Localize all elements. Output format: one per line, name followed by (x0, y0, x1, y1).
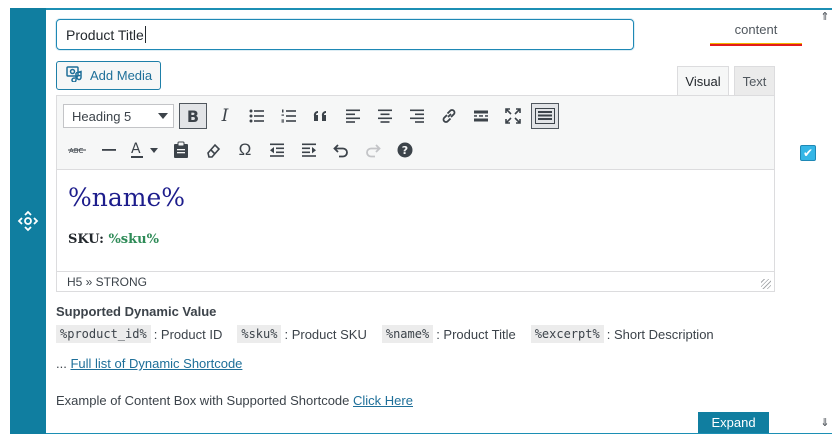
full-list-line: ... Full list of Dynamic Shortcode (56, 356, 242, 371)
sku-value: %sku% (108, 232, 159, 247)
text-color-button[interactable]: A (127, 137, 163, 163)
content-tag-underline (710, 43, 802, 46)
link-icon (442, 109, 456, 123)
indent-icon (302, 143, 316, 157)
numbered-list-button[interactable] (275, 103, 303, 129)
click-here-link[interactable]: Click Here (353, 393, 413, 408)
full-list-link[interactable]: Full list of Dynamic Shortcode (70, 356, 242, 371)
align-right-icon (410, 109, 424, 123)
tab-visual[interactable]: Visual (677, 66, 729, 95)
outdent-icon (270, 143, 284, 157)
sku-label: SKU: (68, 232, 104, 247)
dynamic-desc: : Product Title (436, 326, 516, 342)
dynamic-desc: : Product ID (153, 326, 223, 342)
clear-formatting-button[interactable] (199, 137, 227, 163)
svg-text:?: ? (402, 144, 408, 157)
help-button[interactable]: ? (391, 137, 419, 163)
enable-checkbox[interactable]: ✔ (800, 145, 816, 161)
move-icon[interactable] (17, 210, 39, 232)
dynamic-code: %sku% (237, 325, 282, 343)
text-color-icon: A (131, 141, 158, 158)
bulleted-list-icon (249, 109, 264, 123)
align-left-button[interactable] (339, 103, 367, 129)
dynamic-code: %excerpt% (530, 325, 604, 343)
toolbar-row-2: ABC A Ω ? (63, 136, 423, 164)
toolbar-row-1: Heading 5 B I (63, 102, 563, 130)
blockquote-icon (313, 110, 326, 121)
align-center-icon (378, 109, 392, 123)
element-path: H5 » STRONG (67, 274, 148, 289)
resize-grip-icon[interactable] (761, 279, 771, 289)
blockquote-button[interactable] (307, 103, 335, 129)
editor-heading: %name% (68, 183, 186, 212)
scroll-up-icon[interactable]: ⇑ (820, 10, 830, 23)
expand-button[interactable]: Expand (698, 412, 769, 433)
strikethrough-icon: ABC (68, 147, 86, 155)
dynamic-desc: : Short Description (606, 326, 714, 342)
align-center-button[interactable] (371, 103, 399, 129)
align-left-icon (346, 109, 360, 123)
outdent-button[interactable] (263, 137, 291, 163)
editor-content-area[interactable]: %name% SKU: %sku% (56, 170, 775, 271)
editor-statusbar: H5 » STRONG (56, 271, 775, 292)
format-select-value: Heading 5 (72, 108, 132, 124)
editor-toolbar: Heading 5 B I ABC A Ω ? (56, 95, 775, 170)
clipboard-icon (174, 141, 188, 158)
fullscreen-icon (505, 108, 521, 124)
dynamic-desc: : Product SKU (284, 326, 367, 342)
read-more-icon (474, 110, 488, 122)
italic-button[interactable]: I (211, 103, 239, 129)
media-icon (66, 66, 84, 85)
title-input-value: Product Title (66, 26, 144, 43)
svg-text:A: A (131, 141, 141, 157)
numbered-list-icon (281, 109, 296, 123)
insert-link-button[interactable] (435, 103, 463, 129)
supported-values-title: Supported Dynamic Value (56, 304, 217, 319)
content-tag: content (710, 22, 802, 46)
undo-button[interactable] (327, 137, 355, 163)
format-select[interactable]: Heading 5 (63, 104, 174, 128)
title-input[interactable]: Product Title (56, 19, 634, 50)
example-text: Example of Content Box with Supported Sh… (56, 393, 354, 408)
dynamic-code: %product_id% (56, 325, 151, 343)
drag-handle-bar[interactable] (10, 8, 46, 434)
add-media-button[interactable]: Add Media (56, 61, 161, 90)
align-right-button[interactable] (403, 103, 431, 129)
text-caret (144, 26, 146, 43)
redo-button[interactable] (359, 137, 387, 163)
special-character-button[interactable]: Ω (231, 137, 259, 163)
horizontal-line-icon (102, 149, 116, 151)
example-line: Example of Content Box with Supported Sh… (56, 393, 413, 408)
indent-button[interactable] (295, 137, 323, 163)
content-tag-label: content (734, 22, 778, 37)
scroll-down-icon[interactable]: ⇓ (820, 416, 830, 429)
bulleted-list-button[interactable] (243, 103, 271, 129)
toolbar-toggle-button[interactable] (531, 103, 559, 129)
full-list-prefix: ... (56, 356, 71, 371)
tab-text[interactable]: Text (734, 66, 775, 95)
paste-text-button[interactable] (167, 137, 195, 163)
dynamic-code: %name% (381, 325, 434, 343)
bold-button[interactable]: B (179, 103, 207, 129)
redo-icon (366, 144, 381, 158)
chevron-down-icon (158, 113, 168, 119)
strikethrough-button[interactable]: ABC (63, 137, 91, 163)
keyboard-icon (535, 108, 555, 124)
eraser-icon (207, 143, 221, 158)
read-more-button[interactable] (467, 103, 495, 129)
undo-icon (333, 144, 348, 158)
dynamic-values-list: %product_id% : Product ID %sku% : Produc… (56, 324, 729, 344)
fullscreen-button[interactable] (499, 103, 527, 129)
checkmark-icon: ✔ (802, 146, 814, 160)
svg-text:ABC: ABC (69, 147, 83, 155)
editor-sku-line: SKU: %sku% (68, 232, 159, 247)
add-media-label: Add Media (90, 68, 153, 83)
help-icon: ? (397, 142, 413, 158)
horizontal-line-button[interactable] (95, 137, 123, 163)
omega-icon: Ω (238, 140, 252, 159)
